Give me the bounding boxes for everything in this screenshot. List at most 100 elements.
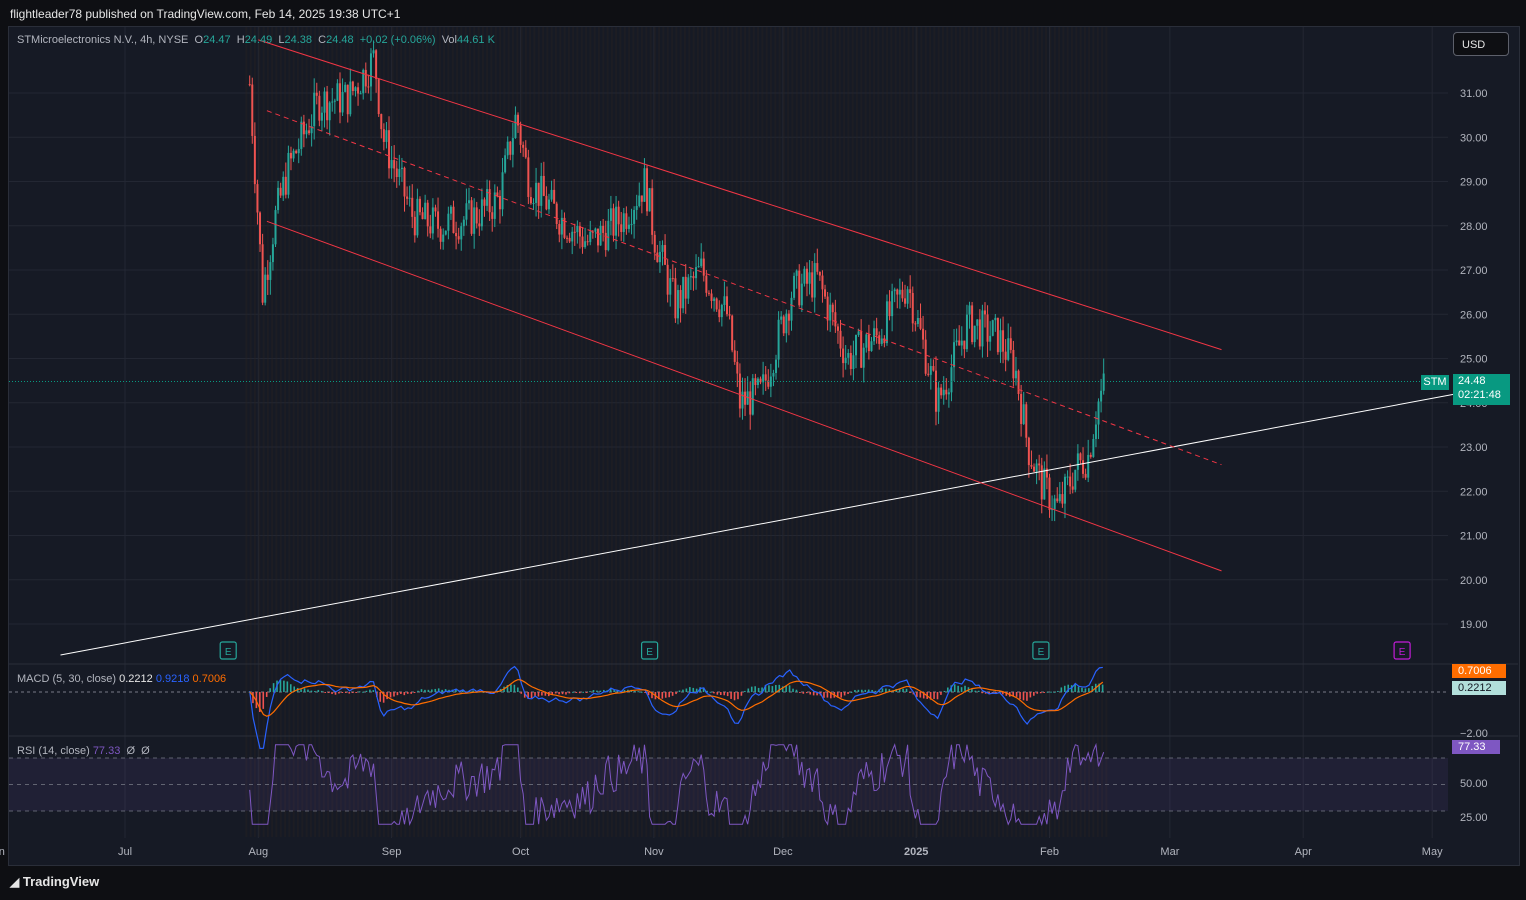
candle-body bbox=[981, 310, 984, 347]
macd-hist-bar bbox=[403, 692, 406, 696]
earnings-marker-label: E bbox=[1399, 647, 1406, 658]
macd-hist-bar bbox=[1019, 692, 1021, 700]
candle-body bbox=[1056, 498, 1059, 502]
candle-body bbox=[638, 195, 641, 207]
macd-hist-bar bbox=[269, 688, 271, 692]
macd-hist-bar bbox=[565, 692, 567, 695]
session-stripe bbox=[275, 27, 278, 837]
macd-hist-bar bbox=[424, 689, 426, 692]
session-stripe bbox=[516, 27, 519, 837]
session-stripe bbox=[791, 27, 794, 837]
macd-hist-bar bbox=[1081, 687, 1083, 692]
macd-hist-bar bbox=[957, 685, 959, 692]
candle-body bbox=[839, 330, 842, 349]
candle-body bbox=[269, 262, 272, 280]
currency-button[interactable]: USD bbox=[1453, 32, 1509, 56]
session-stripe bbox=[993, 27, 996, 837]
macd-hist-bar bbox=[1022, 692, 1025, 701]
candle-body bbox=[971, 305, 974, 343]
session-stripe bbox=[1006, 27, 1009, 837]
macd-hist-bar bbox=[1057, 690, 1059, 692]
x-tick-label: Dec bbox=[773, 846, 793, 858]
candle-body bbox=[406, 196, 409, 199]
candle-body bbox=[893, 289, 896, 292]
candle-body bbox=[537, 182, 540, 206]
session-stripe bbox=[314, 27, 317, 837]
macd-hist-bar bbox=[1088, 688, 1090, 692]
session-stripe bbox=[258, 27, 261, 837]
macd-hist-bar bbox=[775, 685, 777, 692]
candle-body bbox=[919, 318, 922, 329]
x-tick-label: Aug bbox=[249, 846, 269, 858]
macd-hist-bar bbox=[861, 689, 863, 692]
candle-body bbox=[393, 160, 396, 169]
candle-body bbox=[434, 207, 437, 212]
candle-body bbox=[731, 315, 734, 351]
session-stripe bbox=[417, 27, 420, 837]
candle-body bbox=[491, 212, 494, 219]
candle-body bbox=[483, 199, 486, 206]
candle-body bbox=[586, 241, 589, 243]
session-stripe bbox=[860, 27, 863, 837]
session-stripe bbox=[469, 27, 471, 837]
candle-body bbox=[607, 220, 610, 251]
candle-body bbox=[818, 271, 821, 276]
session-stripe bbox=[976, 27, 979, 837]
candle-body bbox=[775, 359, 778, 373]
chart-canvas[interactable]: 31.0030.0029.0028.0027.0026.0025.0024.00… bbox=[0, 0, 1526, 900]
macd-value: 0.2212 bbox=[119, 673, 153, 685]
candle-body bbox=[676, 290, 679, 319]
session-stripe bbox=[1053, 27, 1056, 837]
candle-body bbox=[527, 157, 530, 197]
macd-hist-bar bbox=[265, 692, 268, 697]
macd-hist-bar bbox=[1039, 692, 1042, 694]
candle-body bbox=[279, 187, 282, 196]
candle-body bbox=[658, 251, 661, 263]
session-stripe bbox=[1092, 27, 1095, 837]
x-tick-label: May bbox=[1422, 846, 1443, 858]
candle-body bbox=[320, 112, 323, 121]
session-stripe bbox=[890, 27, 893, 837]
candle-body bbox=[465, 203, 468, 220]
session-stripe bbox=[911, 27, 914, 837]
candle-body bbox=[566, 237, 569, 239]
macd-hist-bar bbox=[427, 689, 430, 692]
earnings-marker-label: E bbox=[646, 647, 653, 658]
session-stripe bbox=[731, 27, 734, 837]
macd-hist-bar bbox=[709, 691, 712, 693]
candle-body bbox=[547, 199, 550, 210]
session-stripe bbox=[443, 27, 446, 837]
macd-hist-bar bbox=[633, 690, 636, 692]
session-stripe bbox=[395, 27, 398, 837]
candle-body bbox=[439, 228, 442, 242]
session-stripe bbox=[645, 27, 648, 837]
candle-body bbox=[715, 298, 718, 310]
macd-signal-value: 0.7006 bbox=[192, 673, 227, 685]
candle-body bbox=[333, 100, 336, 102]
candle-body bbox=[344, 84, 347, 92]
session-stripe bbox=[1083, 27, 1086, 837]
session-stripe bbox=[894, 27, 897, 837]
macd-hist-bar bbox=[592, 690, 595, 692]
macd-hist-bar bbox=[348, 692, 351, 694]
candle-body bbox=[261, 244, 264, 303]
candle-body bbox=[444, 230, 447, 235]
candle-body bbox=[1027, 437, 1030, 466]
macd-hist-bar bbox=[795, 689, 798, 692]
candle-body bbox=[313, 92, 316, 127]
rsi-extra-2: Ø bbox=[141, 745, 150, 757]
candle-body bbox=[336, 83, 339, 101]
candle-body bbox=[522, 144, 525, 148]
candle-body bbox=[271, 244, 274, 263]
candle-body bbox=[625, 213, 628, 229]
macd-hist-bar bbox=[840, 692, 842, 698]
candle-body bbox=[493, 192, 496, 219]
candle-body bbox=[509, 141, 512, 155]
session-stripe bbox=[555, 27, 557, 837]
session-stripe bbox=[1028, 27, 1030, 837]
candle-body bbox=[529, 196, 532, 204]
macd-hist-bar bbox=[338, 692, 340, 694]
macd-hist-bar bbox=[747, 688, 750, 692]
session-stripe bbox=[331, 27, 334, 837]
session-stripe bbox=[903, 27, 906, 837]
